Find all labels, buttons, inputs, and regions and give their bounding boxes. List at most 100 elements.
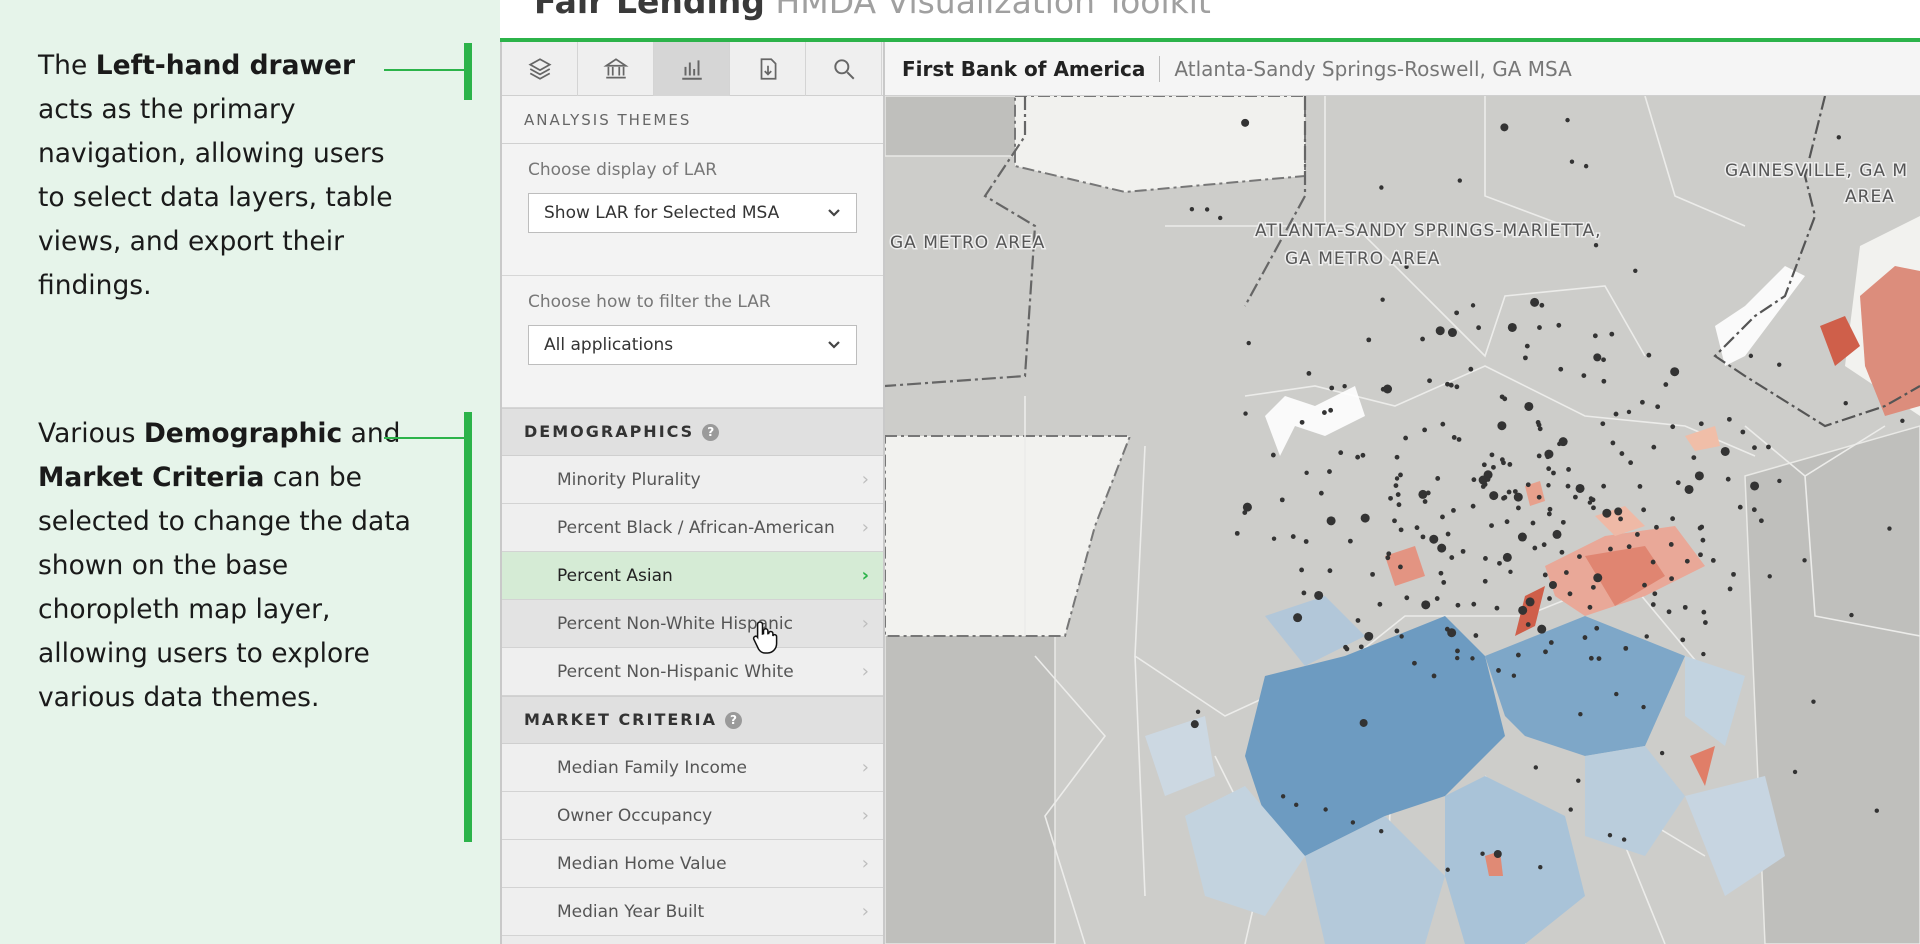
app-title-light: HMDA Visualization Toolkit — [775, 0, 1211, 21]
sidebar-item-label: Median Year Built — [557, 901, 705, 922]
lar-dot — [1454, 310, 1460, 316]
selected-bank[interactable]: First Bank of America — [902, 57, 1145, 81]
selected-msa[interactable]: Atlanta-Sandy Springs-Roswell, GA MSA — [1174, 57, 1571, 81]
lar-dot — [1379, 185, 1384, 190]
sidebar-item-minority-plurality[interactable]: Minority Plurality › — [502, 456, 883, 504]
lar-dot — [1556, 322, 1562, 328]
lar-dot — [1567, 591, 1573, 597]
lar-dot — [1350, 820, 1356, 825]
lar-dot — [1588, 655, 1594, 661]
sidebar-item-median-year-built[interactable]: Median Year Built › — [502, 888, 883, 936]
lar-dot — [1836, 135, 1841, 140]
sidebar-item-median-home-value[interactable]: Median Home Value › — [502, 840, 883, 888]
lar-dot — [1434, 596, 1440, 601]
help-icon[interactable]: ? — [724, 711, 742, 729]
lar-dot — [1607, 832, 1613, 838]
lar-dot — [1541, 542, 1547, 548]
drawer-toolbar — [502, 42, 883, 96]
lar-dot — [1530, 297, 1540, 307]
lar-dot — [1502, 495, 1508, 500]
lar-dot — [1536, 422, 1542, 428]
lar-dot — [1293, 613, 1303, 623]
sidebar-item-owner-occupancy[interactable]: Owner Occupancy › — [502, 792, 883, 840]
lar-dot — [1470, 503, 1476, 509]
lar-dot — [1491, 464, 1496, 470]
lar-dot — [1420, 534, 1426, 540]
lar-dot — [1558, 366, 1564, 372]
lar-dot — [1455, 648, 1460, 654]
lar-dot — [1811, 699, 1816, 704]
lar-dot — [1532, 545, 1538, 551]
bank-icon[interactable] — [578, 42, 654, 96]
lar-dot — [1874, 808, 1879, 813]
lar-dot — [1422, 499, 1428, 504]
lar-dot — [1418, 489, 1428, 499]
lar-dot — [1437, 543, 1447, 553]
lar-dot — [1190, 720, 1199, 729]
lar-dot — [1355, 618, 1361, 623]
lar-dot — [1748, 353, 1754, 359]
sidebar-item-percent-asian[interactable]: Percent Asian › — [502, 552, 883, 600]
lar-dot — [1576, 778, 1581, 783]
lar-dot — [1489, 452, 1495, 458]
lar-dot — [1395, 492, 1401, 497]
lar-dot — [1551, 470, 1556, 476]
lar-dot — [1537, 624, 1547, 634]
lar-dot — [1596, 656, 1602, 662]
lar-dot — [1691, 455, 1697, 460]
chart-icon[interactable] — [654, 42, 730, 96]
lar-dot — [1404, 595, 1410, 601]
lar-dot — [1557, 441, 1562, 447]
lar-dot — [1591, 505, 1596, 511]
lar-dot — [1471, 477, 1477, 483]
lar-dot — [1329, 385, 1335, 391]
lar-dot — [1610, 440, 1616, 446]
lar-dot — [1496, 668, 1501, 673]
lar-dot — [1323, 807, 1328, 812]
lar-dot — [1525, 597, 1535, 607]
help-icon[interactable]: ? — [702, 423, 720, 441]
lar-dot — [1618, 516, 1623, 522]
left-drawer: ANALYSIS THEMES Choose display of LAR Sh… — [500, 42, 885, 944]
lar-dot — [1710, 557, 1716, 563]
lar-dot — [1581, 373, 1587, 378]
search-icon[interactable] — [806, 42, 882, 96]
lar-dot — [1750, 481, 1760, 491]
lar-dot — [1525, 622, 1531, 627]
lar-dot — [1546, 511, 1552, 517]
lar-dot — [1536, 494, 1542, 500]
lar-dot — [1524, 401, 1534, 411]
lar-dot — [1470, 656, 1475, 661]
lar-dot — [1398, 564, 1403, 570]
lar-dot — [1445, 867, 1450, 872]
lar-filter-select[interactable]: All applications — [528, 325, 857, 365]
choropleth-map[interactable]: GA METRO AREA ATLANTA-SANDY SPRINGS-MARI… — [885, 96, 1920, 944]
lar-dot — [1493, 850, 1502, 859]
map-label: ATLANTA-SANDY SPRINGS-MARIETTA, — [1255, 221, 1602, 241]
lar-dot — [1234, 530, 1240, 536]
sidebar-item-percent-non-white-hispanic[interactable]: Percent Non-White Hispanic › — [502, 600, 883, 648]
lar-dot — [1639, 399, 1645, 405]
sidebar-item-percent-black[interactable]: Percent Black / African-American › — [502, 504, 883, 552]
annotation-panel: The Left-hand drawer acts as the primary… — [0, 0, 500, 944]
sidebar-item-median-family-income[interactable]: Median Family Income › — [502, 744, 883, 792]
lar-dot — [1386, 551, 1392, 557]
lar-dot — [1431, 673, 1437, 679]
app-title-bold: Fair Lending — [534, 0, 765, 21]
lar-dot — [1445, 531, 1451, 537]
market-criteria-heading-label: MARKET CRITERIA — [524, 710, 717, 729]
sidebar-item-percent-non-hispanic-white[interactable]: Percent Non-Hispanic White › — [502, 648, 883, 696]
download-icon[interactable] — [730, 42, 806, 96]
lar-display-value: Show LAR for Selected MSA — [544, 203, 780, 223]
annotation-text: acts as the primary navigation, allowing… — [38, 94, 393, 301]
chevron-right-icon: › — [861, 661, 869, 682]
map-view[interactable]: First Bank of America Atlanta-Sandy Spri… — [885, 42, 1920, 944]
lar-dot — [1601, 483, 1607, 489]
lar-display-select[interactable]: Show LAR for Selected MSA — [528, 193, 857, 233]
lar-dot — [1392, 518, 1397, 524]
lar-dot — [1471, 601, 1477, 607]
chevron-right-icon: › — [861, 853, 869, 874]
lar-dot — [1539, 302, 1545, 308]
lar-dot — [1270, 452, 1276, 458]
layers-icon[interactable] — [502, 42, 578, 96]
